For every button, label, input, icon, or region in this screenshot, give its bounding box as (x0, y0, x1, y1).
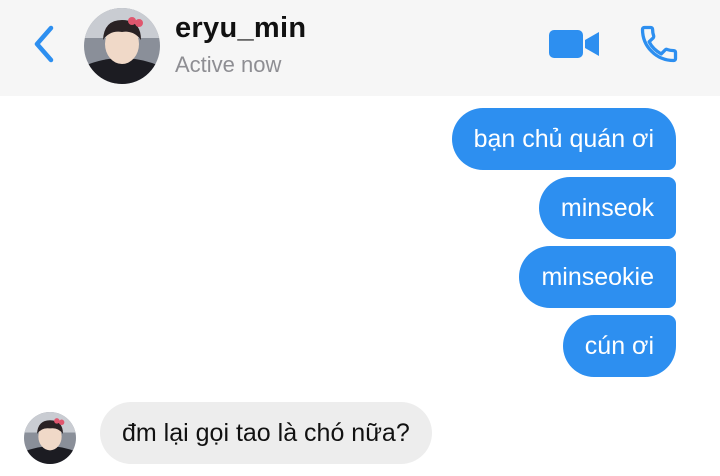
voice-call-button[interactable] (634, 20, 684, 68)
message-bubble-outgoing[interactable]: minseok (538, 177, 676, 239)
contact-name[interactable]: eryu_min (175, 12, 306, 45)
message-bubble-outgoing[interactable]: cún ơi (562, 315, 676, 377)
back-button[interactable] (24, 20, 64, 68)
video-call-button[interactable] (546, 24, 602, 64)
video-camera-icon (549, 30, 599, 58)
active-status: Active now (175, 52, 282, 77)
contact-avatar[interactable] (84, 8, 160, 84)
message-bubble-incoming[interactable]: đm lại gọi tao là chó nữa? (100, 402, 432, 464)
phone-icon (640, 25, 678, 63)
message-bubble-outgoing[interactable]: bạn chủ quán ơi (451, 108, 676, 170)
message-bubble-outgoing[interactable]: minseokie (519, 246, 676, 308)
chevron-left-icon (34, 25, 54, 63)
sender-avatar[interactable] (24, 412, 76, 464)
chat-header: eryu_min Active now (0, 0, 720, 96)
